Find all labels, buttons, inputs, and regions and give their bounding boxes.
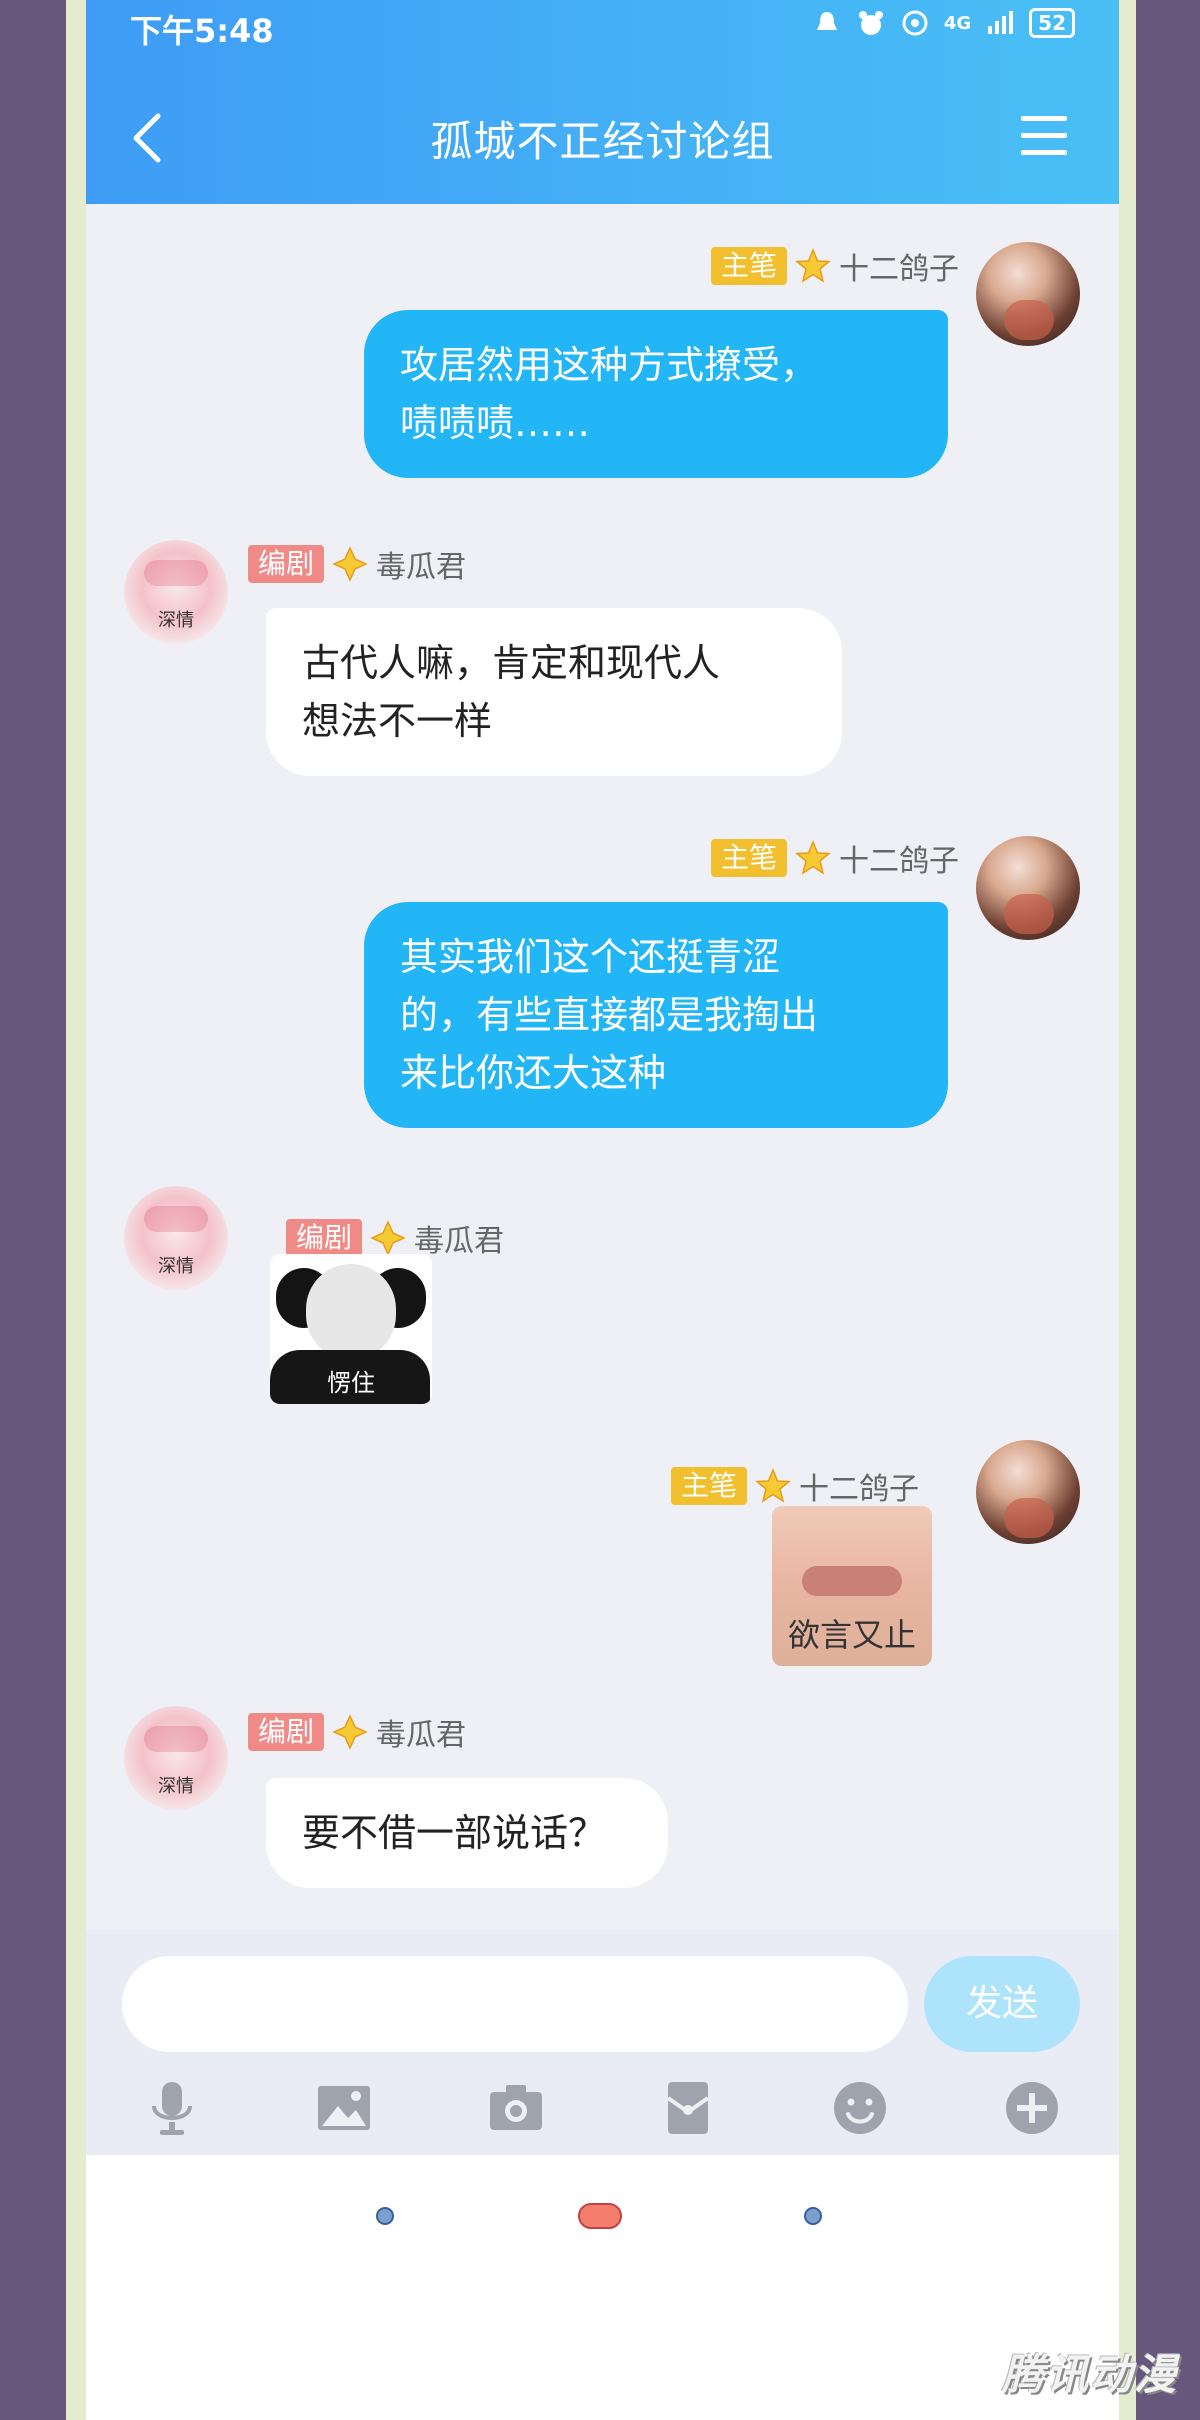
star-icon bbox=[795, 248, 831, 283]
message-line: 来比你还大这种 bbox=[400, 1051, 667, 1095]
sender-name: 毒瓜君 bbox=[376, 1718, 467, 1753]
avatar[interactable] bbox=[976, 1440, 1080, 1544]
bear-icon bbox=[858, 11, 883, 35]
message-bubble[interactable]: 要不借一部说话？ bbox=[266, 1778, 668, 1888]
avatar-caption: 深情 bbox=[158, 1776, 194, 1797]
sender-line: 主笔 十二鸽子 bbox=[670, 1464, 919, 1508]
message-line: 古代人嘛，肯定和现代人 bbox=[302, 641, 721, 685]
sender-line: 主笔 十二鸽子 bbox=[710, 836, 959, 880]
image-icon[interactable] bbox=[314, 2078, 374, 2138]
menu-button[interactable] bbox=[1021, 116, 1067, 156]
plus-icon[interactable] bbox=[1002, 2078, 1062, 2138]
star-icon bbox=[370, 1220, 406, 1256]
message-line: 啧啧啧…… bbox=[400, 401, 591, 445]
message-line: 想法不一样 bbox=[302, 699, 493, 743]
message-bubble[interactable]: 攻居然用这种方式撩受， 啧啧啧…… bbox=[364, 310, 948, 478]
avatar-caption: 深情 bbox=[158, 610, 194, 631]
avatar[interactable]: 深情 bbox=[124, 1706, 228, 1810]
sender-name: 十二鸽子 bbox=[839, 844, 959, 879]
sticker-image[interactable]: 欲言又止 bbox=[772, 1506, 932, 1666]
role-badge: 编剧 bbox=[286, 1219, 363, 1257]
message-input[interactable] bbox=[122, 1956, 908, 2052]
system-nav-bar bbox=[86, 2155, 1119, 2420]
star-icon bbox=[332, 546, 368, 582]
sender-name: 毒瓜君 bbox=[414, 1224, 505, 1259]
signal-icon bbox=[988, 11, 1014, 34]
nav-recent-button[interactable] bbox=[804, 2207, 822, 2225]
avatar[interactable] bbox=[976, 242, 1080, 346]
avatar-caption: 深情 bbox=[158, 1256, 194, 1277]
avatar[interactable] bbox=[976, 836, 1080, 940]
location-icon bbox=[902, 10, 928, 36]
message-bubble[interactable]: 其实我们这个还挺青涩 的，有些直接都是我掏出 来比你还大这种 bbox=[364, 902, 948, 1128]
message-line: 的，有些直接都是我掏出 bbox=[400, 993, 819, 1037]
role-badge: 主笔 bbox=[670, 1467, 747, 1505]
sticker-caption: 愣住 bbox=[327, 1369, 375, 1397]
nav-home-button[interactable] bbox=[578, 2203, 622, 2229]
camera-icon[interactable] bbox=[486, 2078, 546, 2138]
phone-screen: 下午5:48 4G 52 孤城不正经讨论组 主笔 十二鸽子 攻居然用这种方式撩受… bbox=[86, 0, 1119, 2420]
sender-line: 编剧 毒瓜君 bbox=[248, 542, 466, 586]
star-icon bbox=[332, 1714, 368, 1750]
sender-line: 主笔 十二鸽子 bbox=[710, 244, 959, 288]
sticker-image[interactable]: 愣住 bbox=[270, 1254, 432, 1404]
status-time: 下午5:48 bbox=[130, 12, 274, 50]
chat-title: 孤城不正经讨论组 bbox=[430, 117, 775, 166]
sender-name: 毒瓜君 bbox=[376, 550, 467, 585]
red-packet-icon[interactable] bbox=[658, 2078, 718, 2138]
nav-back-button[interactable] bbox=[376, 2207, 394, 2225]
sender-line: 编剧 毒瓜君 bbox=[248, 1710, 466, 1754]
message-line: 攻居然用这种方式撩受， bbox=[400, 343, 819, 387]
toolbar bbox=[86, 2068, 1119, 2148]
role-badge: 编剧 bbox=[248, 1713, 325, 1751]
emoji-icon[interactable] bbox=[830, 2078, 890, 2138]
menu-icon bbox=[1021, 116, 1067, 121]
notification-icon bbox=[816, 12, 837, 30]
input-area: 发送 bbox=[86, 1930, 1119, 2155]
message-line: 其实我们这个还挺青涩 bbox=[400, 935, 781, 979]
role-badge: 主笔 bbox=[710, 247, 787, 285]
message-bubble[interactable]: 古代人嘛，肯定和现代人 想法不一样 bbox=[266, 608, 842, 776]
star-icon bbox=[755, 1468, 791, 1503]
star-icon bbox=[795, 840, 831, 875]
role-badge: 编剧 bbox=[248, 545, 325, 583]
status-bar-icons: 4G 52 bbox=[812, 8, 1075, 38]
message-line: 要不借一部说话？ bbox=[302, 1811, 607, 1855]
avatar[interactable]: 深情 bbox=[124, 1186, 228, 1290]
network-label: 4G bbox=[943, 12, 972, 34]
send-button[interactable]: 发送 bbox=[924, 1956, 1080, 2052]
sender-name: 十二鸽子 bbox=[799, 1472, 919, 1507]
battery-indicator: 52 bbox=[1029, 8, 1075, 38]
microphone-icon[interactable] bbox=[142, 2078, 202, 2138]
sender-name: 十二鸽子 bbox=[839, 252, 959, 287]
avatar[interactable]: 深情 bbox=[124, 540, 228, 644]
sticker-caption: 欲言又止 bbox=[787, 1616, 916, 1654]
watermark-logo: 腾讯动漫 bbox=[1001, 2350, 1178, 2399]
app-header: 下午5:48 4G 52 孤城不正经讨论组 bbox=[86, 0, 1119, 204]
role-badge: 主笔 bbox=[710, 839, 787, 877]
